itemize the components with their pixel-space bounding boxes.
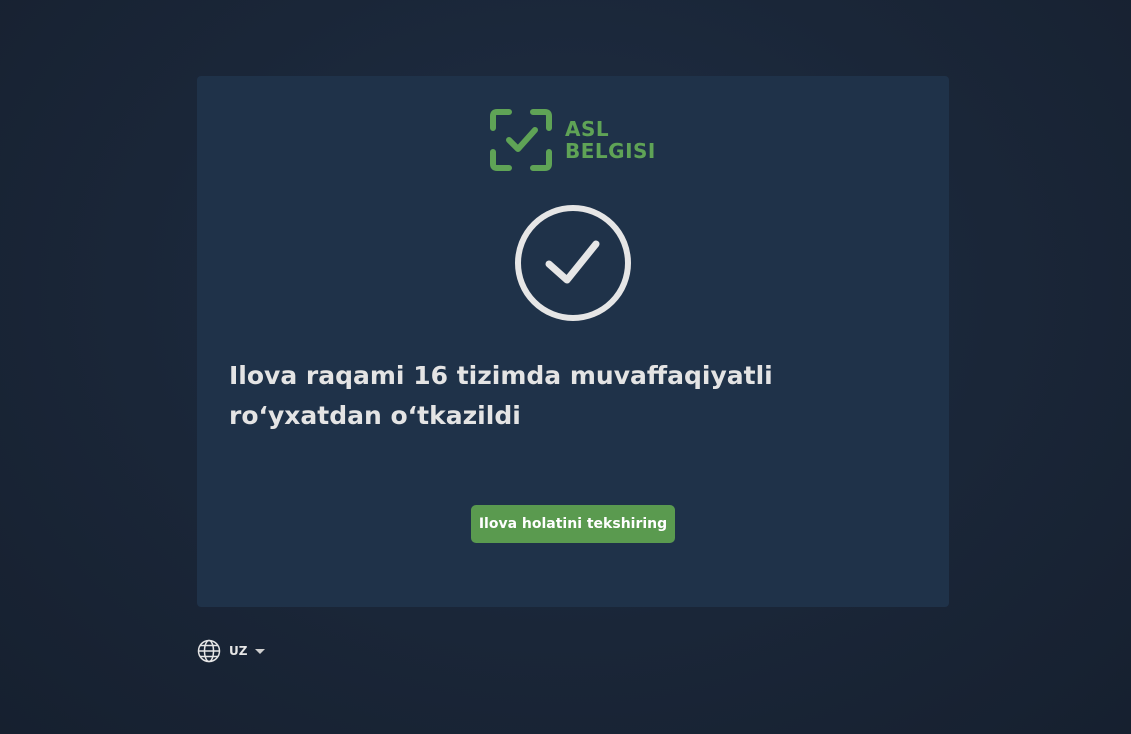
logo-text-line2: BELGISI [565, 139, 656, 163]
asl-belgisi-logo: ASL BELGISI [489, 108, 659, 172]
chevron-down-icon [255, 648, 266, 654]
language-label: UZ [229, 644, 248, 658]
result-card: ASL BELGISI Ilova raqami 16 tizimda muva… [197, 76, 949, 607]
logo-wordmark: ASL BELGISI [565, 118, 656, 162]
check-application-status-button[interactable]: Ilova holatini tekshiring [471, 505, 675, 543]
logo-text-line1: ASL [565, 117, 610, 141]
language-selector[interactable]: UZ [197, 639, 266, 663]
scan-check-icon [490, 109, 552, 171]
check-circle-icon [515, 205, 631, 321]
globe-icon [197, 639, 221, 663]
success-message: Ilova raqami 16 tizimda muvaffaqiyatli r… [229, 361, 773, 430]
